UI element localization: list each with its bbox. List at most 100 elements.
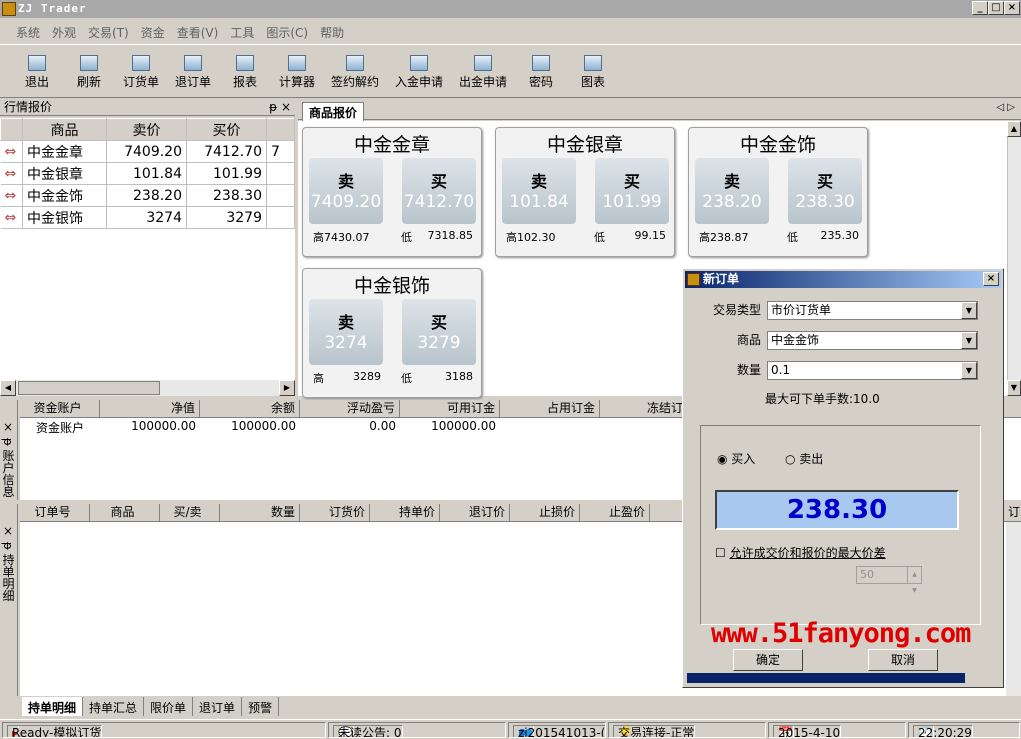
account-side-tab[interactable]: × ᵽ 账户信息 bbox=[0, 400, 18, 500]
title-bar: ZJ Trader _ □ × bbox=[0, 0, 1021, 18]
sell-box[interactable]: 卖 101.84 bbox=[502, 158, 576, 224]
sign-button[interactable]: 签约解约 bbox=[328, 55, 382, 90]
watermark: www.51fanyong.com bbox=[711, 618, 971, 649]
tab-position-summary[interactable]: 持单汇总 bbox=[83, 697, 145, 716]
buy-box[interactable]: 买 3279 bbox=[402, 299, 476, 365]
tab-cancel-orders[interactable]: 退订单 bbox=[193, 697, 243, 716]
close-button[interactable]: × bbox=[1004, 1, 1020, 15]
order-icon bbox=[132, 55, 150, 71]
report-button[interactable]: 报表 bbox=[230, 55, 260, 90]
withdraw-button[interactable]: 出金申请 bbox=[456, 55, 510, 90]
orders-vscrollbar[interactable] bbox=[1006, 522, 1021, 696]
allow-spread-checkbox[interactable]: ☐ 允许成交价和报价的最大价差 bbox=[715, 544, 886, 561]
chevron-down-icon: ▼ bbox=[961, 302, 977, 319]
product-select[interactable]: 中金金饰 ▼ bbox=[767, 331, 978, 350]
tab-positions[interactable]: 持单明细 bbox=[22, 697, 84, 716]
buy-radio[interactable]: ◉ 买入 bbox=[717, 450, 755, 467]
chart-button[interactable]: 图表 bbox=[578, 55, 608, 90]
chart-icon bbox=[584, 55, 602, 71]
menu-funds[interactable]: 资金 bbox=[135, 22, 171, 43]
cancel-order-icon bbox=[184, 55, 202, 71]
arrow-icon: ⇔ bbox=[0, 184, 23, 207]
menu-appearance[interactable]: 外观 bbox=[46, 22, 82, 43]
ok-button[interactable]: 确定 bbox=[733, 649, 803, 671]
deposit-button[interactable]: 入金申请 bbox=[392, 55, 446, 90]
menu-trade[interactable]: 交易(T) bbox=[82, 22, 135, 43]
market-panel: 行情报价 ᵽ × 商品 卖价 买价 ⇔ 中金金章 7409.20 7412.70 7 ⇔ 中… bbox=[0, 100, 295, 396]
calculator-icon bbox=[288, 55, 306, 71]
quote-card[interactable]: 中金金章 卖 7409.20 买 7412.70 高7430.07 低 7318.85 bbox=[302, 127, 482, 257]
order-button[interactable]: 订货单 bbox=[120, 55, 162, 90]
market-row[interactable]: ⇔ 中金银章 101.84 101.99 bbox=[0, 162, 295, 185]
arrow-icon: ⇔ bbox=[0, 140, 23, 163]
sell-box[interactable]: 卖 7409.20 bbox=[309, 158, 383, 224]
quote-card[interactable]: 中金金饰 卖 238.20 买 238.30 高238.87 低 235.30 bbox=[688, 127, 868, 257]
menu-chart[interactable]: 图示(C) bbox=[260, 22, 314, 43]
dialog-caption: 新订单 × bbox=[685, 271, 1001, 288]
market-panel-header: 行情报价 ᵽ × bbox=[0, 100, 295, 116]
chevron-down-icon: ▼ bbox=[961, 332, 977, 349]
buy-box[interactable]: 买 7412.70 bbox=[402, 158, 476, 224]
refresh-icon bbox=[80, 55, 98, 71]
col-sell[interactable]: 卖价 bbox=[106, 118, 187, 141]
new-order-dialog: 新订单 × 交易类型 市价订货单 ▼ 商品 中金金饰 ▼ 数量 0.1 ▼ 最大可下单… bbox=[682, 268, 1004, 688]
col-product[interactable]: 商品 bbox=[22, 118, 107, 141]
status-date: 📅 2015-4-10 bbox=[768, 722, 906, 738]
market-table: 商品 卖价 买价 ⇔ 中金金章 7409.20 7412.70 7 ⇔ 中金银章 101.8… bbox=[0, 118, 295, 229]
status-bar: ▸ Ready-模拟订货 💬 未读公告: 0 👥 zj201541013-( 💡 交… bbox=[0, 719, 1021, 739]
app-icon bbox=[2, 2, 16, 16]
pin-close-icon[interactable]: ᵽ × bbox=[269, 100, 291, 115]
minimize-button[interactable]: _ bbox=[972, 1, 988, 15]
status-notice[interactable]: 💬 未读公告: 0 bbox=[328, 722, 506, 738]
orders-side-tab[interactable]: × ᵽ 持单明细 bbox=[0, 504, 18, 696]
tab-limit-orders[interactable]: 限价单 bbox=[144, 697, 194, 716]
password-button[interactable]: 密码 bbox=[526, 55, 556, 90]
status-user: 👥 zj201541013-( bbox=[508, 722, 606, 738]
dialog-close-button[interactable]: × bbox=[983, 272, 999, 286]
price-display: 238.30 bbox=[715, 490, 959, 530]
bottom-tabs: 持单明细 持单汇总 限价单 退订单 预警 bbox=[22, 697, 1021, 717]
account-row[interactable]: 资金账户 100000.00 100000.00 0.00 100000.00 bbox=[20, 419, 700, 437]
sell-radio[interactable]: ○ 卖出 bbox=[785, 450, 823, 467]
arrow-icon: ⇔ bbox=[0, 162, 23, 185]
menu-tools[interactable]: 工具 bbox=[224, 22, 260, 43]
sell-box[interactable]: 卖 238.20 bbox=[695, 158, 769, 224]
toolbar: 退出 刷新 订货单 退订单 报表 计算器 签约解约 入金申请 出金申请 密码 图… bbox=[0, 44, 1021, 98]
tab-quote[interactable]: 商品报价 bbox=[302, 102, 365, 122]
market-row[interactable]: ⇔ 中金金章 7409.20 7412.70 7 bbox=[0, 140, 295, 163]
maximize-button[interactable]: □ bbox=[988, 1, 1004, 15]
market-row[interactable]: ⇔ 中金金饰 238.20 238.30 bbox=[0, 184, 295, 207]
trade-type-select[interactable]: 市价订货单 ▼ bbox=[767, 301, 978, 320]
menu-help[interactable]: 帮助 bbox=[314, 22, 350, 43]
spread-stepper[interactable]: 50 ▲ ▼ bbox=[856, 566, 922, 594]
sell-box[interactable]: 卖 3274 bbox=[309, 299, 383, 365]
tab-scroll-arrows-icon[interactable]: ◁ ▷ bbox=[996, 102, 1015, 113]
buy-box[interactable]: 买 101.99 bbox=[595, 158, 669, 224]
menu-view[interactable]: 查看(V) bbox=[171, 22, 225, 43]
progress-bar bbox=[687, 673, 965, 683]
quote-vscrollbar[interactable]: ▲ ▼ bbox=[1007, 121, 1021, 396]
status-connection: 💡 交易连接-正常 bbox=[608, 722, 766, 738]
quote-card[interactable]: 中金银章 卖 101.84 买 101.99 高102.30 低 99.15 bbox=[495, 127, 675, 257]
window-title: ZJ Trader bbox=[18, 2, 87, 15]
quantity-input[interactable]: 0.1 ▼ bbox=[767, 361, 978, 380]
market-row[interactable]: ⇔ 中金银饰 3274 3279 bbox=[0, 206, 295, 229]
refresh-button[interactable]: 刷新 bbox=[74, 55, 104, 90]
tab-alerts[interactable]: 预警 bbox=[242, 697, 280, 716]
menu-system[interactable]: 系统 bbox=[10, 22, 46, 43]
report-icon bbox=[236, 55, 254, 71]
sign-icon bbox=[346, 55, 364, 71]
arrow-icon: ⇔ bbox=[0, 206, 23, 229]
buy-box[interactable]: 买 238.30 bbox=[788, 158, 862, 224]
quote-card[interactable]: 中金银饰 卖 3274 买 3279 高 3289 低 3188 bbox=[302, 268, 482, 398]
menu-bar: 系统 外观 交易(T) 资金 查看(V) 工具 图示(C) 帮助 bbox=[0, 22, 1021, 42]
exit-button[interactable]: 退出 bbox=[22, 55, 52, 90]
market-hscrollbar[interactable]: ◀ ▶ bbox=[0, 380, 295, 396]
status-ready: ▸ Ready-模拟订货 bbox=[2, 722, 326, 738]
withdraw-icon bbox=[474, 55, 492, 71]
calculator-button[interactable]: 计算器 bbox=[276, 55, 318, 90]
cancel-button[interactable]: 取消 bbox=[868, 649, 938, 671]
chevron-down-icon: ▼ bbox=[961, 362, 977, 379]
col-buy[interactable]: 买价 bbox=[186, 118, 267, 141]
cancel-order-button[interactable]: 退订单 bbox=[172, 55, 214, 90]
